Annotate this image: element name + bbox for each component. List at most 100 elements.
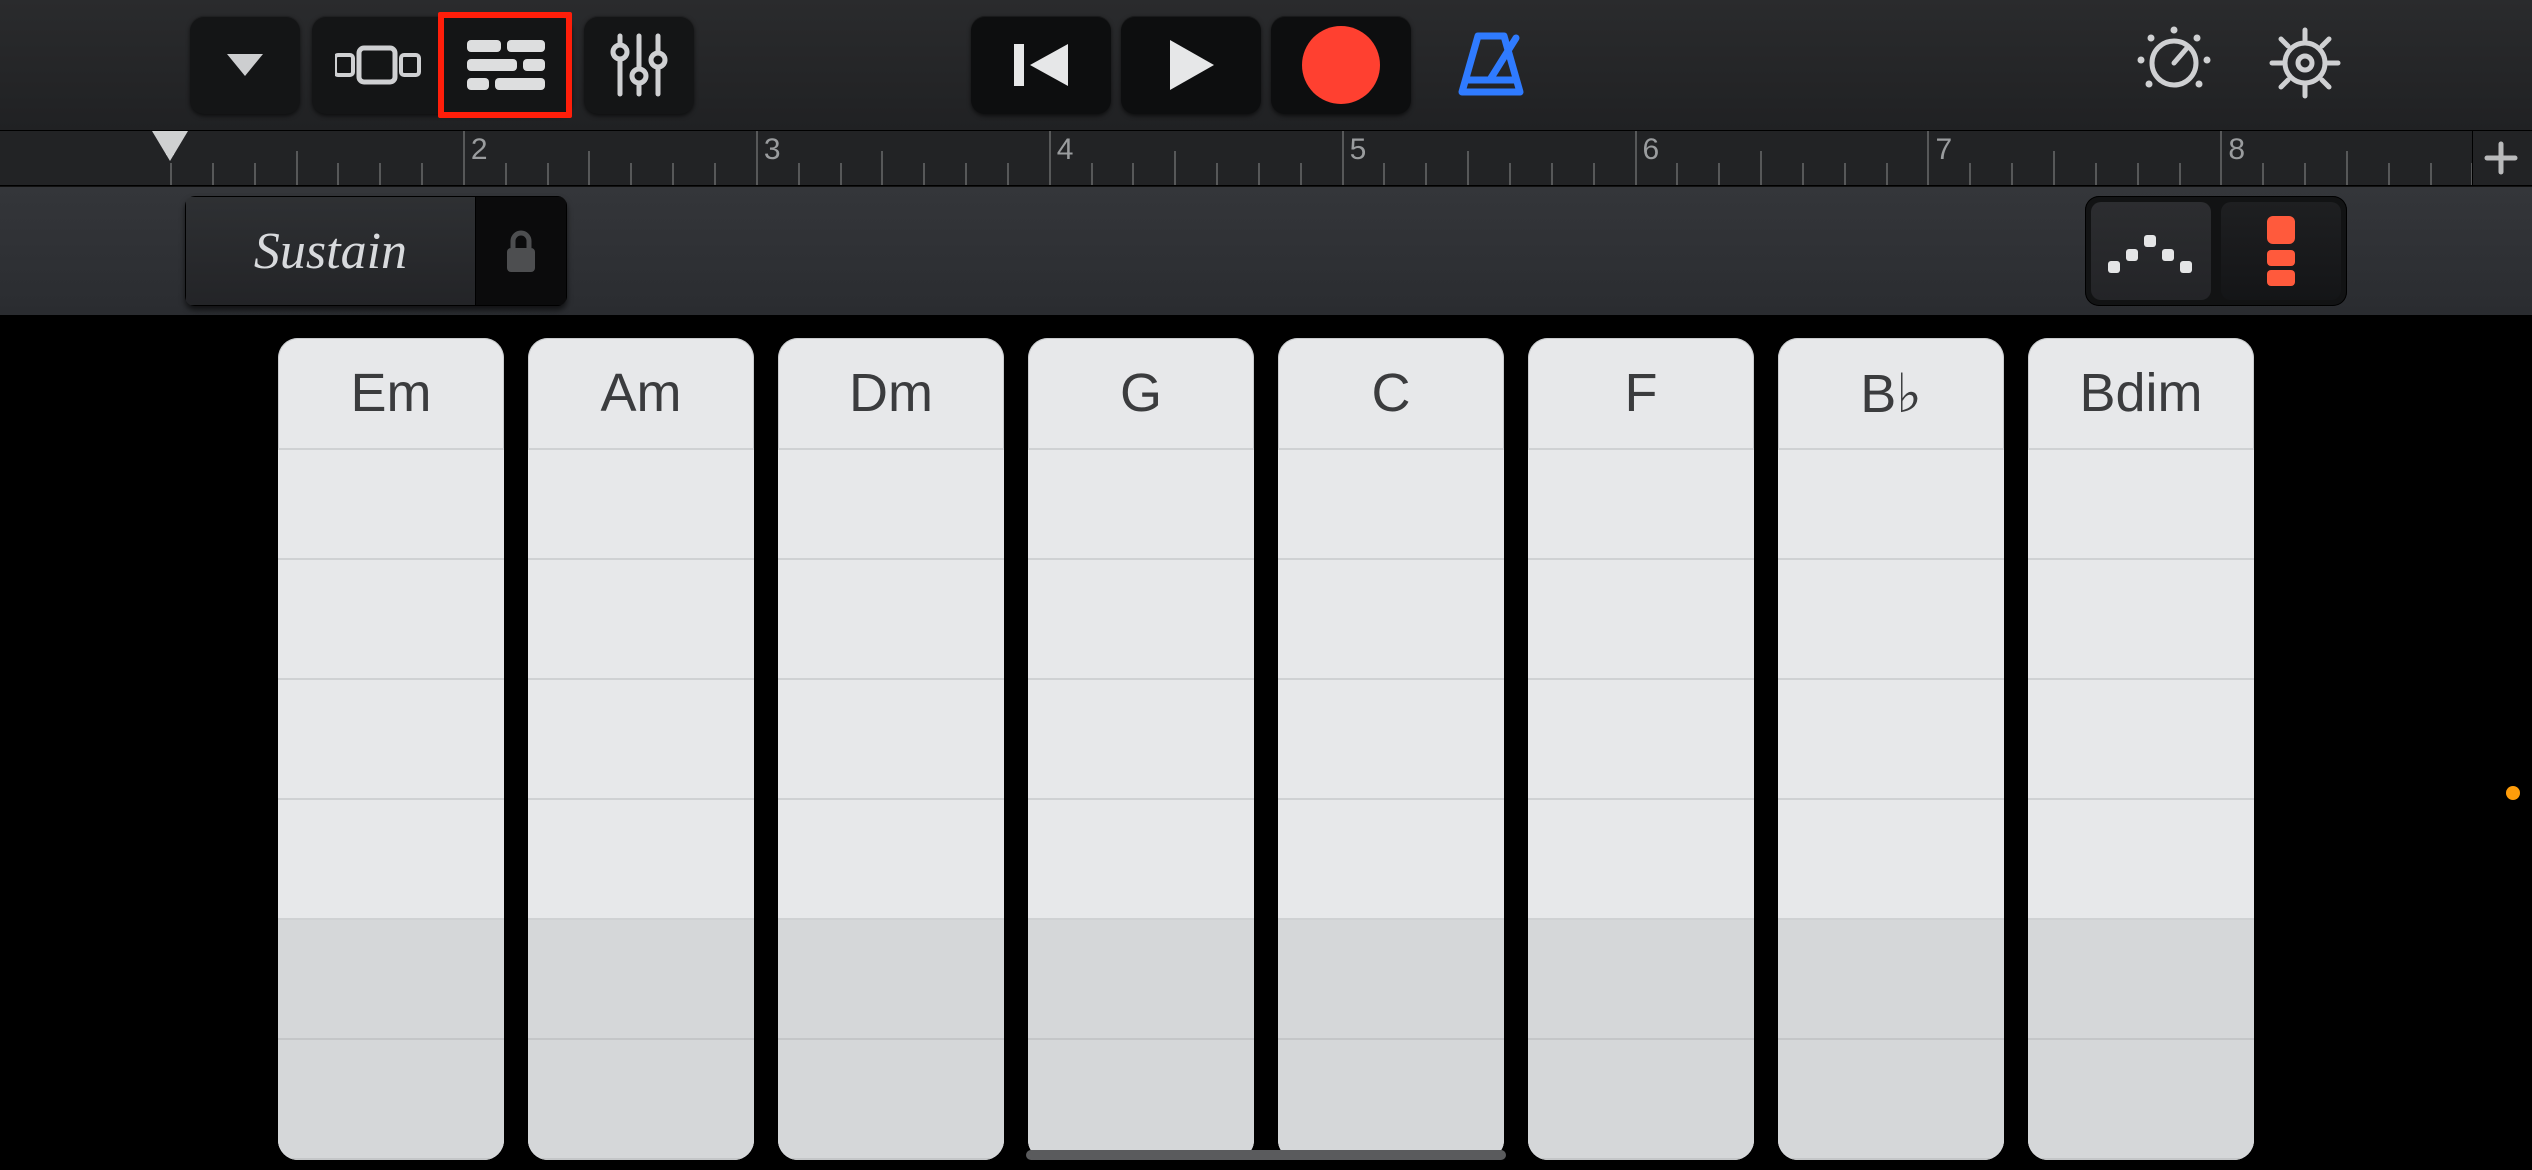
chord-strip-row[interactable] (528, 800, 754, 920)
chord-strip-row[interactable] (278, 560, 504, 680)
chord-label: B♭ (1778, 338, 2004, 450)
chord-strip-row[interactable] (778, 920, 1004, 1040)
chord-strip-row[interactable] (1028, 800, 1254, 920)
chord-strip-row[interactable] (1528, 1040, 1754, 1160)
dial-icon (2135, 24, 2213, 102)
stage: EmAmDmGCFB♭Bdim (0, 316, 2532, 1170)
settings-button[interactable] (2268, 26, 2342, 105)
chord-strips-mode-button[interactable] (2221, 202, 2341, 300)
go-to-beginning-button[interactable] (971, 16, 1111, 114)
chord-strip-row[interactable] (1028, 920, 1254, 1040)
chord-strip-row[interactable] (1278, 800, 1504, 920)
ruler-bar[interactable]: 2 (463, 131, 756, 185)
chord-strip-row[interactable] (528, 920, 754, 1040)
bar-number: 5 (1350, 133, 1367, 167)
master-volume-button[interactable] (2135, 24, 2213, 107)
ruler-bar[interactable]: 3 (756, 131, 1049, 185)
ruler-bar[interactable]: 5 (1342, 131, 1635, 185)
keyboard-mode-toggle (2085, 196, 2347, 306)
chord-strip-row[interactable] (1278, 680, 1504, 800)
sustain-button[interactable]: Sustain (185, 196, 475, 306)
metronome-icon (1454, 30, 1528, 100)
chord-strip-row[interactable] (528, 450, 754, 560)
view-switcher[interactable] (312, 16, 572, 114)
record-button[interactable] (1271, 16, 1411, 114)
chord-label: Em (278, 338, 504, 450)
play-button[interactable] (1121, 16, 1261, 114)
chord-strip-row[interactable] (1028, 680, 1254, 800)
arpeggiator-mode-button[interactable] (2091, 202, 2211, 300)
chord-strip-row[interactable] (2028, 560, 2254, 680)
chord-strip[interactable]: Em (278, 338, 504, 1160)
chord-strip-row[interactable] (2028, 1040, 2254, 1160)
sustain-lock-button[interactable] (475, 196, 567, 306)
chord-strip-row[interactable] (2028, 680, 2254, 800)
chord-strip[interactable]: C (1278, 338, 1504, 1160)
chord-strip-row[interactable] (1028, 560, 1254, 680)
add-section-button[interactable] (2472, 131, 2528, 185)
bar-number: 4 (1057, 133, 1074, 167)
ruler-bar[interactable] (170, 131, 463, 185)
ruler-bar[interactable]: 4 (1049, 131, 1342, 185)
tracks-icon (467, 38, 545, 92)
chord-strip-row[interactable] (1528, 800, 1754, 920)
chord-strip-row[interactable] (1778, 450, 2004, 560)
chord-row: EmAmDmGCFB♭Bdim (278, 338, 2254, 1170)
chord-strip-row[interactable] (1778, 680, 2004, 800)
lock-icon (501, 226, 541, 276)
metronome-button[interactable] (1421, 16, 1561, 114)
chord-strip-row[interactable] (278, 1040, 504, 1160)
chord-strip-icon (2261, 212, 2301, 290)
chord-strip-row[interactable] (278, 920, 504, 1040)
chord-strip-row[interactable] (1028, 1040, 1254, 1160)
chord-strip[interactable]: Am (528, 338, 754, 1160)
chord-strip-row[interactable] (1278, 450, 1504, 560)
chord-strip-row[interactable] (278, 800, 504, 920)
chord-strip-row[interactable] (1528, 560, 1754, 680)
chord-strip-row[interactable] (1528, 920, 1754, 1040)
bar-number: 7 (1935, 133, 1952, 167)
my-songs-button[interactable] (190, 16, 300, 114)
chord-label: F (1528, 338, 1754, 450)
chord-strip-row[interactable] (528, 560, 754, 680)
browser-view-button[interactable] (318, 22, 438, 108)
chord-strip-row[interactable] (1778, 1040, 2004, 1160)
ruler-bar[interactable]: 6 (1635, 131, 1928, 185)
chord-strip[interactable]: F (1528, 338, 1754, 1160)
chord-strip-row[interactable] (778, 800, 1004, 920)
chord-strip-row[interactable] (1778, 560, 2004, 680)
track-controls-button[interactable] (584, 16, 694, 114)
chord-strip-row[interactable] (1778, 920, 2004, 1040)
tracks-view-button[interactable] (446, 22, 566, 108)
timeline-ruler[interactable]: 234 5 67 8 (0, 130, 2532, 186)
chord-strip-row[interactable] (1528, 450, 1754, 560)
chord-strip[interactable]: B♭ (1778, 338, 2004, 1160)
chord-label: Bdim (2028, 338, 2254, 450)
skip-back-icon (1010, 38, 1072, 92)
chord-strip-row[interactable] (1278, 920, 1504, 1040)
ruler-bar[interactable]: 8 (2220, 131, 2513, 185)
chord-label: Dm (778, 338, 1004, 450)
chord-strip-row[interactable] (1278, 560, 1504, 680)
chord-strip-row[interactable] (1778, 800, 2004, 920)
chord-strip-row[interactable] (2028, 450, 2254, 560)
chord-strip-row[interactable] (2028, 920, 2254, 1040)
chord-strip-row[interactable] (1028, 450, 1254, 560)
chord-strip-row[interactable] (1528, 680, 1754, 800)
instrument-strip: Sustain (0, 186, 2532, 316)
chord-strip-row[interactable] (778, 450, 1004, 560)
chord-strip[interactable]: Dm (778, 338, 1004, 1160)
chord-strip-row[interactable] (2028, 800, 2254, 920)
chord-strip-row[interactable] (1278, 1040, 1504, 1160)
chord-label: G (1028, 338, 1254, 450)
chord-strip-row[interactable] (278, 450, 504, 560)
chord-strip[interactable]: Bdim (2028, 338, 2254, 1160)
ruler-bar[interactable]: 7 (1927, 131, 2220, 185)
chord-strip-row[interactable] (278, 680, 504, 800)
chord-strip-row[interactable] (778, 1040, 1004, 1160)
chord-strip-row[interactable] (778, 680, 1004, 800)
chord-strip[interactable]: G (1028, 338, 1254, 1160)
chord-strip-row[interactable] (528, 1040, 754, 1160)
chord-strip-row[interactable] (528, 680, 754, 800)
chord-strip-row[interactable] (778, 560, 1004, 680)
